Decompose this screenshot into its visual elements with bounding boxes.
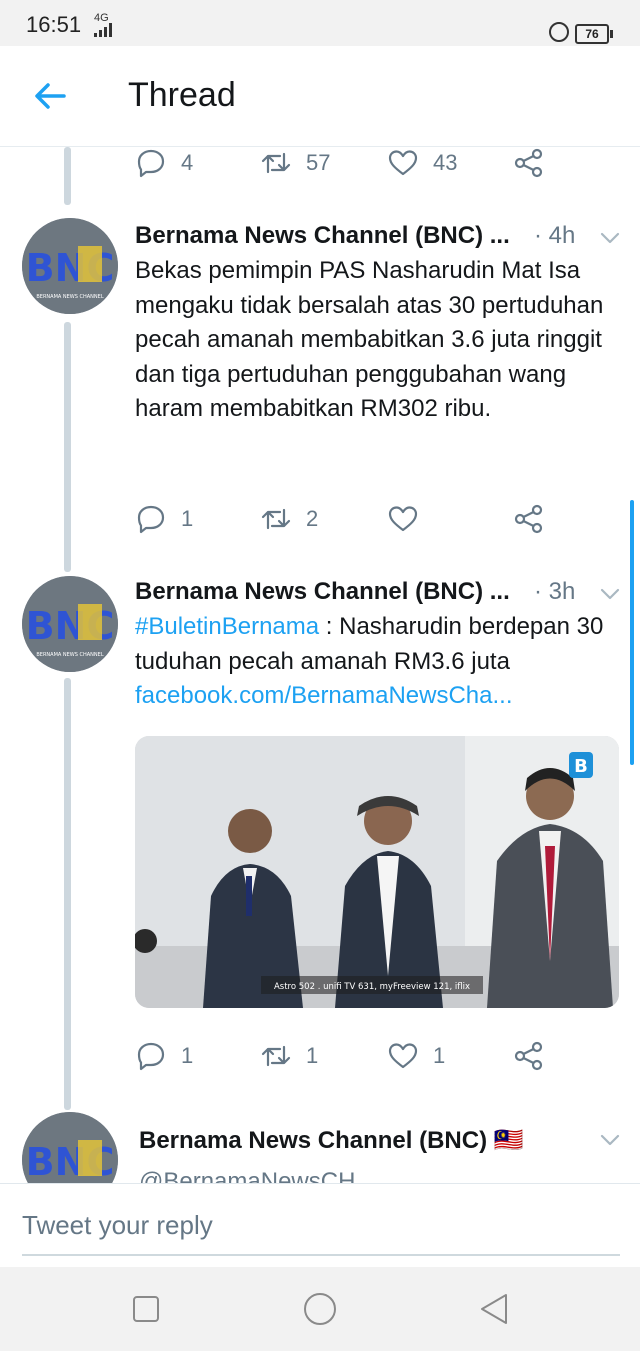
reply-composer: Tweet your reply [0, 1183, 640, 1268]
status-time: 16:51 [26, 12, 82, 37]
reply-count: 1 [181, 1043, 194, 1068]
like-button[interactable]: 43 [387, 143, 457, 183]
share-icon [514, 148, 543, 178]
heart-icon [388, 506, 418, 532]
retweet-icon [261, 152, 291, 174]
tweet-actions: 4 57 43 [135, 143, 555, 183]
retweet-count: 2 [306, 506, 319, 531]
reply-icon [137, 505, 165, 534]
reply-underline [22, 1254, 620, 1256]
avatar[interactable]: BNC BERNAMA NEWS CHANNEL [22, 576, 118, 672]
hashtag-link[interactable]: #BuletinBernama [135, 613, 319, 640]
chevron-down-icon [600, 588, 620, 600]
share-button[interactable] [513, 499, 545, 539]
chevron-down-icon [600, 232, 620, 244]
news-photo: B Astro 502 . unifi TV 631, myFreeview 1… [135, 736, 619, 1008]
reply-count: 4 [181, 150, 194, 175]
thread-line [64, 147, 71, 205]
signal-icon [94, 23, 112, 37]
tweet-menu-button[interactable] [598, 582, 622, 606]
url-link[interactable]: facebook.com/BernamaNewsCha... [135, 682, 513, 709]
back-button[interactable] [30, 76, 70, 116]
reply-button[interactable]: 1 [135, 499, 193, 539]
heart-icon [388, 150, 418, 176]
reply-button[interactable]: 1 [135, 1036, 193, 1076]
share-icon [514, 504, 543, 534]
like-button[interactable]: 1 [387, 1036, 445, 1076]
retweet-icon [261, 1045, 291, 1067]
media-caption: Astro 502 . unifi TV 631, myFreeview 121… [274, 982, 470, 992]
share-button[interactable] [513, 1036, 545, 1076]
thread-line [64, 678, 71, 1110]
reply-icon [137, 149, 165, 178]
channel-badge: B [574, 756, 588, 777]
avatar-sub-text: BERNAMA NEWS CHANNEL [36, 294, 103, 300]
alarm-icon [549, 22, 569, 42]
tweet-time: · 3h [534, 578, 576, 605]
arrow-left-icon [35, 83, 66, 109]
status-bar: 16:51 4G 76 [0, 0, 640, 46]
chevron-down-icon [600, 1134, 620, 1146]
back-nav-button[interactable] [478, 1292, 510, 1331]
like-count: 1 [433, 1043, 446, 1068]
triangle-back-icon [481, 1294, 507, 1324]
scrollbar[interactable] [630, 500, 634, 765]
tweet-menu-button[interactable] [598, 226, 622, 250]
square-icon [133, 1296, 159, 1322]
bnc-logo-icon: BNC BERNAMA NEWS CHANNEL [22, 576, 118, 672]
reply-input[interactable]: Tweet your reply [22, 1210, 213, 1241]
tweet-actions: 1 2 [135, 499, 555, 539]
network-indicator: 4G [94, 13, 118, 39]
avatar-sub-text: BERNAMA NEWS CHANNEL [36, 652, 103, 658]
page-title: Thread [128, 76, 236, 114]
like-button[interactable] [387, 499, 433, 539]
tweet-text: #BuletinBernama : Nasharudin berdepan 30… [135, 610, 615, 714]
author-name[interactable]: Bernama News Channel (BNC) ... [135, 222, 510, 250]
home-button[interactable] [303, 1292, 337, 1331]
reply-count: 1 [181, 506, 194, 531]
retweet-count: 1 [306, 1043, 319, 1068]
reply-icon [137, 1042, 165, 1071]
bnc-logo-icon: BNC BERNAMA NEWS CHANNEL [22, 218, 118, 314]
system-nav-bar [0, 1267, 640, 1351]
retweet-button[interactable]: 57 [260, 143, 330, 183]
app-bar: Thread [0, 46, 640, 147]
tweet-time: · 4h [534, 222, 576, 249]
avatar[interactable]: BNC BERNAMA NEWS CHANNEL [22, 218, 118, 314]
retweet-button[interactable]: 1 [260, 1036, 318, 1076]
battery-indicator: 76 [575, 24, 613, 44]
tweet-menu-button[interactable] [598, 1128, 622, 1152]
tweet-media[interactable]: B Astro 502 . unifi TV 631, myFreeview 1… [135, 736, 619, 1008]
like-count: 43 [433, 150, 458, 175]
share-button[interactable] [513, 143, 545, 183]
author-name[interactable]: Bernama News Channel (BNC) 🇲🇾 [139, 1126, 524, 1155]
recents-button[interactable] [132, 1295, 160, 1328]
reply-button[interactable]: 4 [135, 143, 193, 183]
retweet-icon [261, 508, 291, 530]
tweet-actions: 1 1 1 [135, 1036, 555, 1076]
retweet-count: 57 [306, 150, 331, 175]
heart-icon [388, 1043, 418, 1069]
retweet-button[interactable]: 2 [260, 499, 318, 539]
thread-line [64, 322, 71, 572]
author-name[interactable]: Bernama News Channel (BNC) ... [135, 578, 510, 606]
circle-icon [304, 1293, 336, 1325]
share-icon [514, 1041, 543, 1071]
tweet-text: Bekas pemimpin PAS Nasharudin Mat Isa me… [135, 257, 604, 422]
